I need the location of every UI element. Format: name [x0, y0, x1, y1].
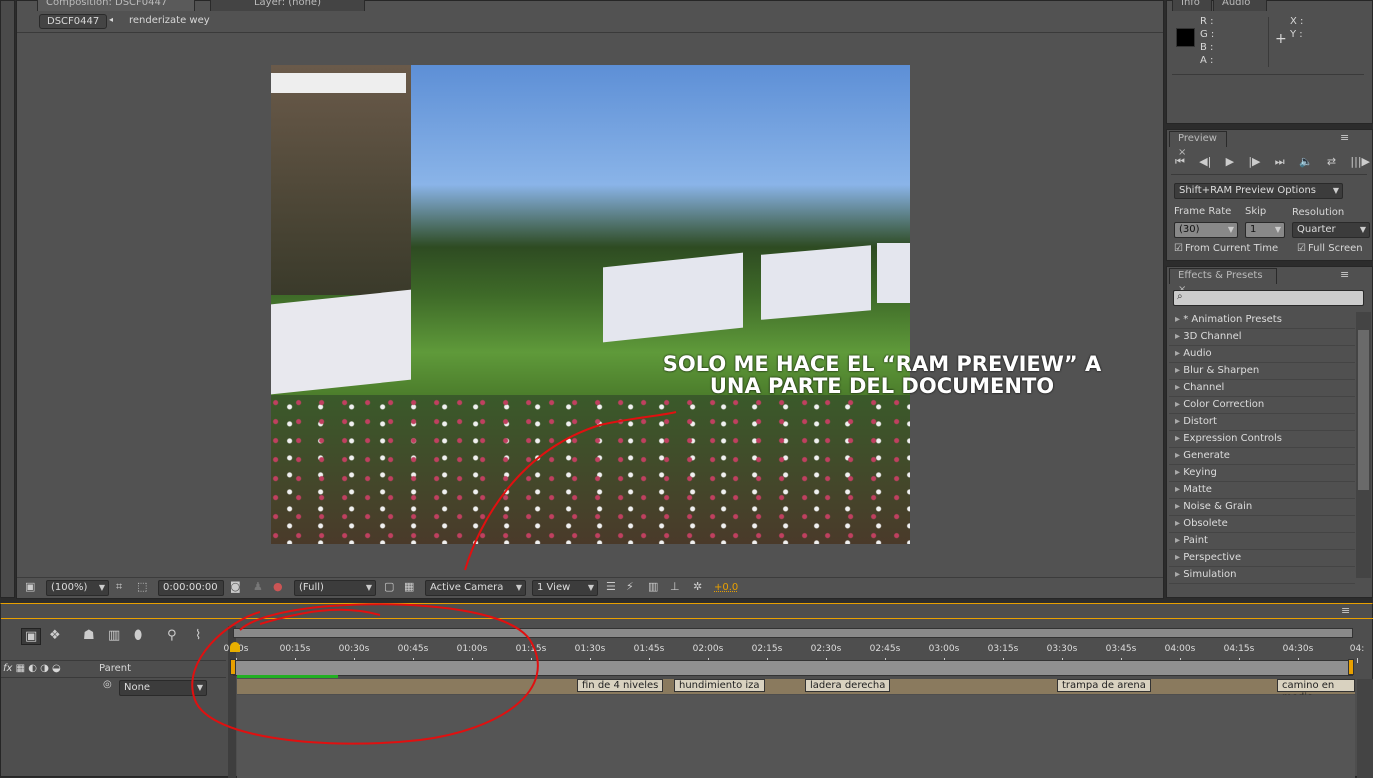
annotation-drawing: [191, 411, 677, 745]
annotation-arrow-line: [464, 411, 677, 571]
annotation-circle: [191, 603, 539, 745]
annotation-scribble: [259, 608, 381, 625]
